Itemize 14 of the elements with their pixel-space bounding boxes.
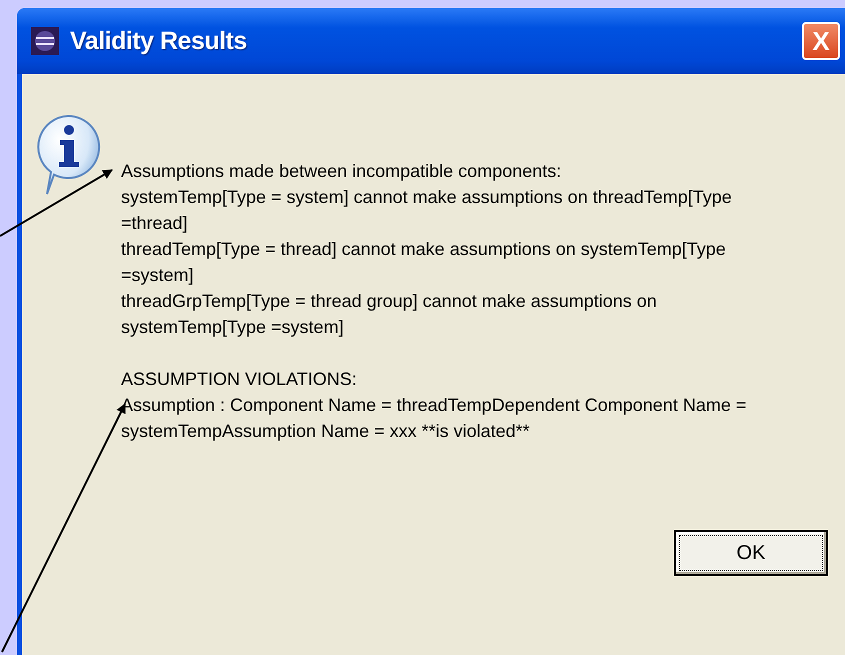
- message-line: Assumptions made between incompatible components:: [121, 160, 562, 183]
- message-line: Assumption : Component Name = threadTempDependent Component Name =: [121, 394, 746, 417]
- app-icon: [30, 26, 60, 56]
- message-line: ASSUMPTION VIOLATIONS:: [121, 368, 358, 391]
- message-line: threadGrpTemp[Type = thread group] cannot make assumptions on: [121, 290, 658, 313]
- message-line: systemTemp[Type =system]: [121, 316, 345, 339]
- message-line: systemTemp[Type = system] cannot make assumptions on threadTemp[Type: [121, 186, 733, 209]
- message-line: systemTempAssumption Name = xxx **is violated**: [121, 420, 531, 443]
- message-line: threadTemp[Type = thread] cannot make assumptions on systemTemp[Type: [121, 238, 727, 261]
- message-line: =thread]: [121, 212, 189, 235]
- message-line: =system]: [121, 264, 195, 287]
- ok-button[interactable]: OK: [674, 530, 828, 576]
- information-icon: [35, 114, 101, 196]
- window-title: Validity Results: [70, 26, 248, 56]
